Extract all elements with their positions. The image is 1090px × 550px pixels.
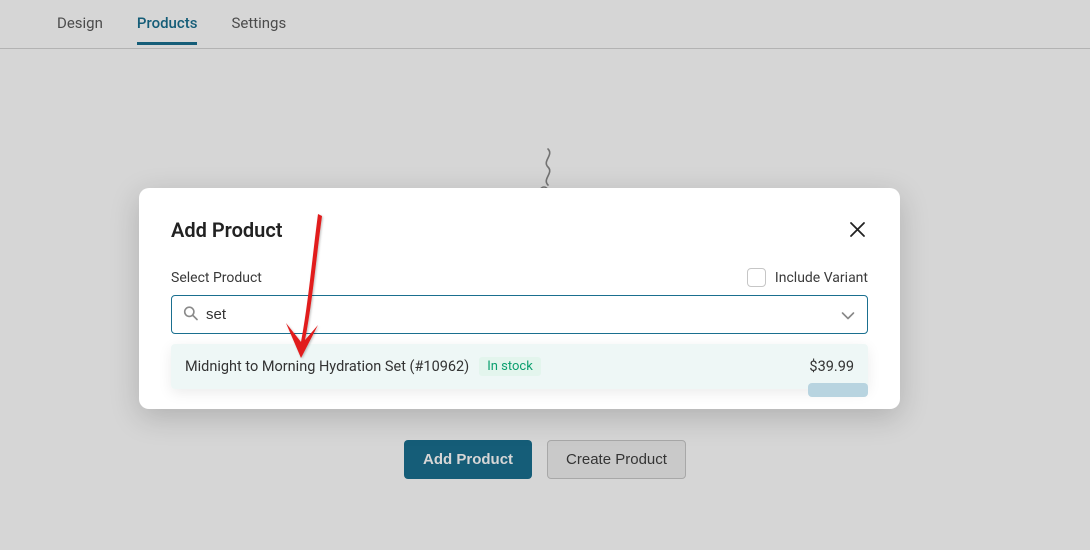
add-product-modal: Add Product Select Product Include Varia… — [139, 188, 900, 409]
modal-title: Add Product — [171, 218, 282, 242]
product-option-name: Midnight to Morning Hydration Set (#1096… — [185, 358, 469, 375]
product-combobox[interactable] — [171, 295, 868, 334]
include-variant-checkbox[interactable] — [747, 268, 766, 287]
product-option-price: $39.99 — [809, 358, 854, 375]
product-search-input[interactable] — [206, 306, 833, 323]
in-stock-badge: In stock — [479, 357, 541, 376]
product-dropdown: Midnight to Morning Hydration Set (#1096… — [171, 344, 868, 389]
product-option[interactable]: Midnight to Morning Hydration Set (#1096… — [171, 344, 868, 389]
select-product-label: Select Product — [171, 270, 262, 286]
partial-button-behind-dropdown — [808, 383, 868, 397]
close-icon[interactable] — [846, 218, 868, 240]
search-icon — [183, 305, 198, 324]
include-variant-label: Include Variant — [775, 270, 868, 286]
chevron-down-icon[interactable] — [841, 305, 855, 324]
